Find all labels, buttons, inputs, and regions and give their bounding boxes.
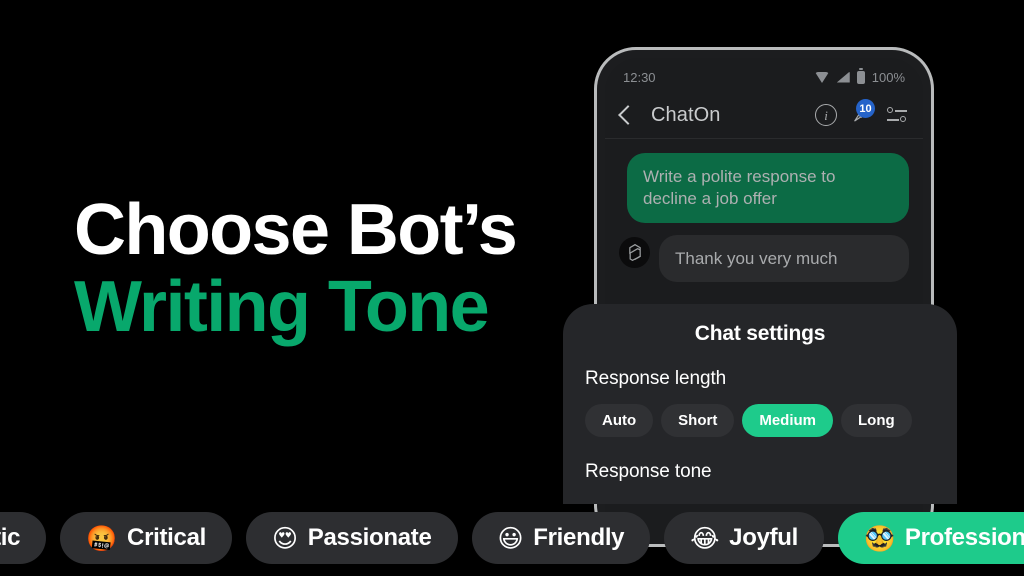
tone-emoji-icon: 😃 [497,523,524,553]
tone-chip-joyful[interactable]: 😂 Joyful [664,512,825,564]
chat-message-list: Write a polite response to decline a job… [605,139,923,283]
tone-chip-label: Critical [127,524,207,551]
tone-emoji-icon: 🥸 [864,523,895,553]
response-tone-label: Response tone [585,461,712,482]
status-bar: 12:30 100% [605,58,923,92]
header-actions: i 10 [815,99,907,126]
chat-title: ChatOn [651,103,721,126]
bot-logo-icon [619,236,650,268]
tone-chip-critical[interactable]: 🤬 Critical [60,512,233,564]
response-length-option-short[interactable]: Short [661,404,735,437]
chat-header: ChatOn i 10 [605,92,923,139]
pin-badge-count: 10 [856,99,875,118]
wifi-icon [814,71,830,83]
tune-icon[interactable] [887,107,907,123]
cellular-signal-icon [836,71,850,83]
tone-emoji-icon: 😂 [690,523,720,553]
chat-message-user: Write a polite response to decline a job… [619,153,909,223]
response-length-option-medium[interactable]: Medium [742,404,833,437]
tone-emoji-icon: 😍 [272,523,298,553]
response-length-options: Auto Short Medium Long [585,404,935,437]
battery-percent-label: 100% [871,69,905,85]
tone-chip-professional[interactable]: 🥸 Professional [838,512,1024,564]
user-message-bubble: Write a polite response to decline a job… [627,153,909,223]
battery-icon [856,68,865,84]
tone-chip-passionate[interactable]: 😍 Passionate [246,512,458,564]
chat-settings-sheet: Chat settings Response length Auto Short… [563,304,957,504]
bot-logo-glyph [628,244,641,261]
bot-message-bubble: Thank you very much [659,234,909,283]
headline-line-1: Choose Bot’s [74,190,518,270]
response-length-label: Response length [585,368,727,389]
back-chevron-icon[interactable] [618,105,638,125]
chat-message-bot: Thank you very much [619,234,909,283]
tone-chip-friendly[interactable]: 😃 Friendly [471,512,651,564]
status-bar-time: 12:30 [623,69,656,85]
sheet-title: Chat settings [694,322,826,345]
response-length-option-auto[interactable]: Auto [585,404,654,437]
tone-chip-label: Passionate [307,524,432,551]
tone-chip-label: Professional [904,524,1024,551]
tone-chip-sympathetic[interactable]: thetic [0,512,47,564]
headline-line-2: Writing Tone [74,267,490,348]
tone-chip-label: thetic [0,524,21,551]
status-bar-indicators: 100% [814,68,905,85]
pin-button[interactable]: 10 [851,99,875,126]
tone-emoji-icon: 🤬 [86,523,118,553]
tone-chip-label: Joyful [729,524,799,551]
response-length-option-long[interactable]: Long [841,404,912,437]
response-tone-chip-strip[interactable]: thetic 🤬 Critical 😍 Passionate 😃 Friendl… [0,500,1024,576]
info-icon[interactable]: i [815,104,837,126]
tone-chip-label: Friendly [533,524,625,551]
headline: Choose Bot’s Writing Tone [74,190,518,348]
